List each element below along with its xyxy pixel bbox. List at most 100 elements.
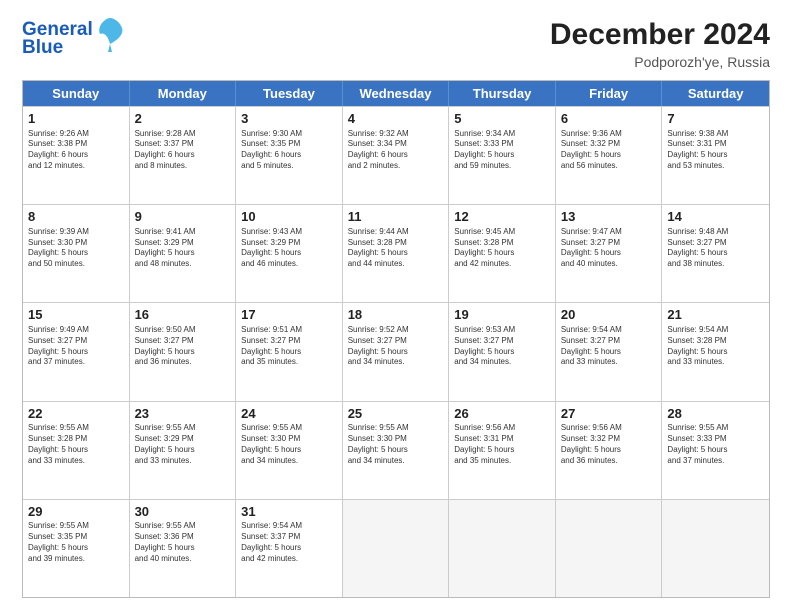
calendar-header-row: SundayMondayTuesdayWednesdayThursdayFrid… [23, 81, 769, 106]
cell-info: Sunrise: 9:55 AM Sunset: 3:35 PM Dayligh… [28, 521, 125, 564]
logo: General Blue [22, 18, 124, 58]
cell-info: Sunrise: 9:26 AM Sunset: 3:38 PM Dayligh… [28, 129, 125, 172]
cal-header-wednesday: Wednesday [343, 81, 450, 106]
title-area: December 2024 Podporozh'ye, Russia [550, 18, 770, 70]
cal-cell [556, 500, 663, 597]
cell-info: Sunrise: 9:41 AM Sunset: 3:29 PM Dayligh… [135, 227, 232, 270]
cal-row-1: 1Sunrise: 9:26 AM Sunset: 3:38 PM Daylig… [23, 106, 769, 204]
cell-info: Sunrise: 9:34 AM Sunset: 3:33 PM Dayligh… [454, 129, 551, 172]
day-number: 25 [348, 405, 445, 423]
day-number: 30 [135, 503, 232, 521]
cal-cell: 25Sunrise: 9:55 AM Sunset: 3:30 PM Dayli… [343, 402, 450, 499]
day-number: 21 [667, 306, 765, 324]
cal-cell: 30Sunrise: 9:55 AM Sunset: 3:36 PM Dayli… [130, 500, 237, 597]
cell-info: Sunrise: 9:38 AM Sunset: 3:31 PM Dayligh… [667, 129, 765, 172]
cal-cell: 23Sunrise: 9:55 AM Sunset: 3:29 PM Dayli… [130, 402, 237, 499]
day-number: 19 [454, 306, 551, 324]
cal-header-friday: Friday [556, 81, 663, 106]
cell-info: Sunrise: 9:32 AM Sunset: 3:34 PM Dayligh… [348, 129, 445, 172]
cal-cell: 12Sunrise: 9:45 AM Sunset: 3:28 PM Dayli… [449, 205, 556, 302]
cal-cell: 26Sunrise: 9:56 AM Sunset: 3:31 PM Dayli… [449, 402, 556, 499]
day-number: 11 [348, 208, 445, 226]
cal-cell: 28Sunrise: 9:55 AM Sunset: 3:33 PM Dayli… [662, 402, 769, 499]
cal-row-2: 8Sunrise: 9:39 AM Sunset: 3:30 PM Daylig… [23, 204, 769, 302]
day-number: 6 [561, 110, 658, 128]
day-number: 7 [667, 110, 765, 128]
cell-info: Sunrise: 9:54 AM Sunset: 3:27 PM Dayligh… [561, 325, 658, 368]
cal-cell [449, 500, 556, 597]
cal-header-saturday: Saturday [662, 81, 769, 106]
day-number: 29 [28, 503, 125, 521]
cal-cell: 9Sunrise: 9:41 AM Sunset: 3:29 PM Daylig… [130, 205, 237, 302]
day-number: 1 [28, 110, 125, 128]
cal-cell: 29Sunrise: 9:55 AM Sunset: 3:35 PM Dayli… [23, 500, 130, 597]
cell-info: Sunrise: 9:52 AM Sunset: 3:27 PM Dayligh… [348, 325, 445, 368]
cal-cell: 1Sunrise: 9:26 AM Sunset: 3:38 PM Daylig… [23, 107, 130, 204]
cell-info: Sunrise: 9:45 AM Sunset: 3:28 PM Dayligh… [454, 227, 551, 270]
cal-cell: 31Sunrise: 9:54 AM Sunset: 3:37 PM Dayli… [236, 500, 343, 597]
cell-info: Sunrise: 9:53 AM Sunset: 3:27 PM Dayligh… [454, 325, 551, 368]
cell-info: Sunrise: 9:56 AM Sunset: 3:31 PM Dayligh… [454, 423, 551, 466]
cell-info: Sunrise: 9:54 AM Sunset: 3:28 PM Dayligh… [667, 325, 765, 368]
cell-info: Sunrise: 9:36 AM Sunset: 3:32 PM Dayligh… [561, 129, 658, 172]
cal-cell: 3Sunrise: 9:30 AM Sunset: 3:35 PM Daylig… [236, 107, 343, 204]
cal-cell: 17Sunrise: 9:51 AM Sunset: 3:27 PM Dayli… [236, 303, 343, 400]
day-number: 3 [241, 110, 338, 128]
day-number: 5 [454, 110, 551, 128]
day-number: 23 [135, 405, 232, 423]
cal-cell: 19Sunrise: 9:53 AM Sunset: 3:27 PM Dayli… [449, 303, 556, 400]
day-number: 8 [28, 208, 125, 226]
day-number: 24 [241, 405, 338, 423]
day-number: 20 [561, 306, 658, 324]
cal-cell: 8Sunrise: 9:39 AM Sunset: 3:30 PM Daylig… [23, 205, 130, 302]
cell-info: Sunrise: 9:51 AM Sunset: 3:27 PM Dayligh… [241, 325, 338, 368]
day-number: 14 [667, 208, 765, 226]
cal-row-3: 15Sunrise: 9:49 AM Sunset: 3:27 PM Dayli… [23, 302, 769, 400]
day-number: 10 [241, 208, 338, 226]
cal-cell: 20Sunrise: 9:54 AM Sunset: 3:27 PM Dayli… [556, 303, 663, 400]
cal-cell [343, 500, 450, 597]
cell-info: Sunrise: 9:43 AM Sunset: 3:29 PM Dayligh… [241, 227, 338, 270]
day-number: 15 [28, 306, 125, 324]
cal-header-sunday: Sunday [23, 81, 130, 106]
cell-info: Sunrise: 9:48 AM Sunset: 3:27 PM Dayligh… [667, 227, 765, 270]
cal-cell: 10Sunrise: 9:43 AM Sunset: 3:29 PM Dayli… [236, 205, 343, 302]
header: General Blue December 2024 Podporozh'ye,… [22, 18, 770, 70]
cell-info: Sunrise: 9:55 AM Sunset: 3:29 PM Dayligh… [135, 423, 232, 466]
cell-info: Sunrise: 9:56 AM Sunset: 3:32 PM Dayligh… [561, 423, 658, 466]
day-number: 13 [561, 208, 658, 226]
cell-info: Sunrise: 9:54 AM Sunset: 3:37 PM Dayligh… [241, 521, 338, 564]
cell-info: Sunrise: 9:47 AM Sunset: 3:27 PM Dayligh… [561, 227, 658, 270]
cal-cell: 6Sunrise: 9:36 AM Sunset: 3:32 PM Daylig… [556, 107, 663, 204]
cal-cell: 2Sunrise: 9:28 AM Sunset: 3:37 PM Daylig… [130, 107, 237, 204]
cal-row-5: 29Sunrise: 9:55 AM Sunset: 3:35 PM Dayli… [23, 499, 769, 597]
cal-cell: 15Sunrise: 9:49 AM Sunset: 3:27 PM Dayli… [23, 303, 130, 400]
day-number: 16 [135, 306, 232, 324]
cell-info: Sunrise: 9:44 AM Sunset: 3:28 PM Dayligh… [348, 227, 445, 270]
cal-header-tuesday: Tuesday [236, 81, 343, 106]
cal-cell: 4Sunrise: 9:32 AM Sunset: 3:34 PM Daylig… [343, 107, 450, 204]
calendar: SundayMondayTuesdayWednesdayThursdayFrid… [22, 80, 770, 598]
day-number: 9 [135, 208, 232, 226]
day-number: 26 [454, 405, 551, 423]
cal-cell: 13Sunrise: 9:47 AM Sunset: 3:27 PM Dayli… [556, 205, 663, 302]
day-number: 31 [241, 503, 338, 521]
cal-cell: 16Sunrise: 9:50 AM Sunset: 3:27 PM Dayli… [130, 303, 237, 400]
day-number: 18 [348, 306, 445, 324]
cal-cell: 14Sunrise: 9:48 AM Sunset: 3:27 PM Dayli… [662, 205, 769, 302]
calendar-body: 1Sunrise: 9:26 AM Sunset: 3:38 PM Daylig… [23, 106, 769, 597]
cal-cell: 7Sunrise: 9:38 AM Sunset: 3:31 PM Daylig… [662, 107, 769, 204]
cell-info: Sunrise: 9:28 AM Sunset: 3:37 PM Dayligh… [135, 129, 232, 172]
cell-info: Sunrise: 9:39 AM Sunset: 3:30 PM Dayligh… [28, 227, 125, 270]
cal-cell: 21Sunrise: 9:54 AM Sunset: 3:28 PM Dayli… [662, 303, 769, 400]
cell-info: Sunrise: 9:55 AM Sunset: 3:33 PM Dayligh… [667, 423, 765, 466]
day-number: 28 [667, 405, 765, 423]
cal-cell: 27Sunrise: 9:56 AM Sunset: 3:32 PM Dayli… [556, 402, 663, 499]
cell-info: Sunrise: 9:30 AM Sunset: 3:35 PM Dayligh… [241, 129, 338, 172]
day-number: 17 [241, 306, 338, 324]
day-number: 12 [454, 208, 551, 226]
day-number: 22 [28, 405, 125, 423]
location-subtitle: Podporozh'ye, Russia [550, 54, 770, 70]
cell-info: Sunrise: 9:55 AM Sunset: 3:30 PM Dayligh… [348, 423, 445, 466]
cal-cell: 22Sunrise: 9:55 AM Sunset: 3:28 PM Dayli… [23, 402, 130, 499]
